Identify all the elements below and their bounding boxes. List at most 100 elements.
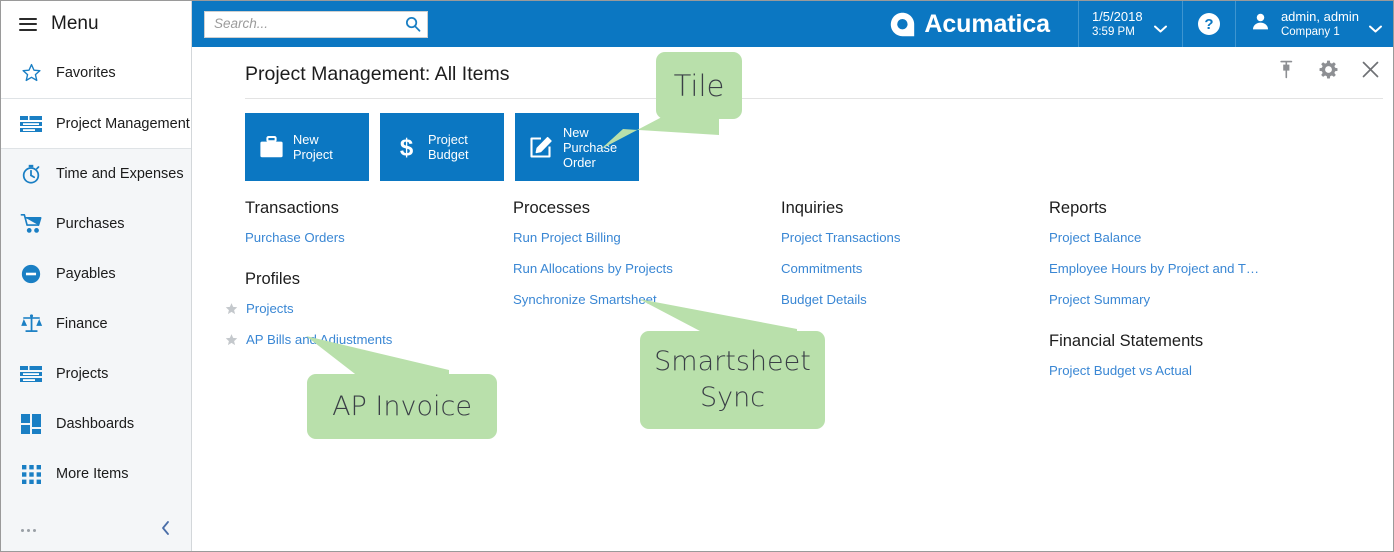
link-project-budget-vs-actual[interactable]: Project Budget vs Actual: [1049, 362, 1385, 379]
menu-toggle[interactable]: Menu: [1, 1, 191, 47]
callout-tile: Tile: [656, 52, 742, 119]
dollar-icon: $: [393, 134, 419, 160]
link-budget-details[interactable]: Budget Details: [781, 291, 1049, 308]
datetime-lines: 1/5/2018 3:59 PM: [1091, 8, 1143, 39]
sidebar-item-projects[interactable]: Projects: [1, 349, 191, 399]
window-actions: [1276, 59, 1380, 79]
acumatica-brand: Acumatica: [890, 1, 1076, 47]
user-name: admin, admin: [1280, 8, 1359, 24]
sidebar-nav-list: Project Management Time and Expenses Pur…: [1, 99, 191, 499]
link-label: Synchronize Smartsheet: [513, 292, 657, 307]
link-employee-hours-by-project[interactable]: Employee Hours by Project and T…: [1049, 260, 1385, 277]
sidebar-item-label: Project Management: [56, 115, 190, 132]
link-label: Project Balance: [1049, 230, 1142, 245]
chevron-left-icon[interactable]: [160, 520, 171, 541]
link-label: Project Transactions: [781, 230, 901, 245]
search-placeholder: Search...: [214, 16, 269, 32]
stopwatch-icon: [19, 162, 43, 186]
column-reports: Reports Project Balance Employee Hours b…: [1049, 197, 1385, 393]
close-icon[interactable]: [1360, 59, 1380, 79]
minus-circle-icon: [19, 262, 43, 286]
sidebar-item-project-management[interactable]: Project Management: [1, 99, 191, 149]
callout-ap-invoice: AP Invoice: [307, 374, 497, 439]
star-icon[interactable]: [225, 302, 238, 315]
group-title: Transactions: [245, 199, 339, 217]
group-title: Profiles: [245, 270, 301, 288]
datetime-selector[interactable]: 1/5/2018 3:59 PM: [1077, 1, 1182, 47]
grid-blocks-icon: [19, 412, 43, 436]
top-header-bar: Search... Acumatica 1/5/2018 3:59 PM ? a…: [192, 1, 1393, 47]
sidebar-item-label: Projects: [56, 366, 109, 382]
sidebar-item-label: Dashboards: [56, 416, 135, 432]
header-search-area: Search...: [192, 1, 428, 47]
tile-label: New Project: [293, 132, 333, 162]
link-project-summary[interactable]: Project Summary: [1049, 291, 1385, 308]
page-title: Project Management: All Items: [245, 63, 510, 85]
chevron-down-icon[interactable]: [1369, 20, 1382, 33]
group-title: Financial Statements: [1049, 332, 1204, 350]
brand-name: Acumatica: [924, 9, 1050, 38]
user-avatar-icon: [1250, 11, 1271, 37]
acumatica-application-window: Menu Favorites Project Management Time a…: [0, 0, 1394, 552]
callout-smartsheet-sync: Smartsheet Sync: [640, 331, 825, 429]
link-label: Commitments: [781, 261, 863, 276]
link-label: Project Summary: [1049, 292, 1151, 307]
link-label: Purchase Orders: [245, 230, 345, 245]
sidebar-item-finance[interactable]: Finance: [1, 299, 191, 349]
sidebar-item-label: Finance: [56, 316, 108, 332]
hamburger-icon[interactable]: [19, 17, 37, 31]
sidebar-item-favorites[interactable]: Favorites: [1, 47, 191, 99]
link-purchase-orders[interactable]: Purchase Orders: [245, 229, 513, 246]
gear-icon[interactable]: [1318, 59, 1338, 79]
sidebar-item-time-and-expenses[interactable]: Time and Expenses: [1, 149, 191, 199]
callout-text-line2: Sync: [699, 382, 766, 413]
search-input[interactable]: Search...: [204, 10, 428, 38]
sidebar-item-more-items[interactable]: More Items: [1, 449, 191, 499]
callout-text: AP Invoice: [332, 391, 472, 422]
search-icon[interactable]: [405, 16, 421, 32]
link-project-transactions[interactable]: Project Transactions: [781, 229, 1049, 246]
user-menu[interactable]: admin, admin Company 1: [1234, 1, 1393, 47]
current-date: 1/5/2018: [1091, 8, 1143, 24]
star-icon: [19, 61, 43, 85]
link-label: Run Project Billing: [513, 230, 621, 245]
chevron-down-icon[interactable]: [1153, 20, 1167, 33]
acumatica-logo-icon: [890, 12, 915, 37]
link-label: Project Budget vs Actual: [1049, 363, 1192, 378]
link-run-allocations-by-projects[interactable]: Run Allocations by Projects: [513, 260, 781, 277]
link-commitments[interactable]: Commitments: [781, 260, 1049, 277]
help-button[interactable]: ?: [1181, 1, 1235, 47]
shopping-cart-icon: [19, 212, 43, 236]
help-icon: ?: [1197, 13, 1220, 35]
quick-tiles: New Project $ Project Budget New Purchas…: [245, 113, 639, 181]
sidebar-footer: [1, 509, 191, 551]
svg-text:$: $: [399, 135, 413, 160]
link-run-project-billing[interactable]: Run Project Billing: [513, 229, 781, 246]
header-spacer: [428, 1, 890, 47]
group-title: Inquiries: [781, 199, 844, 217]
title-divider: [245, 98, 1383, 99]
link-project-balance[interactable]: Project Balance: [1049, 229, 1385, 246]
sidebar-item-purchases[interactable]: Purchases: [1, 199, 191, 249]
callout-text: Tile: [673, 68, 725, 103]
tile-label: Project Budget: [428, 132, 469, 162]
sidebar-item-label: Time and Expenses: [56, 166, 184, 182]
link-label: Employee Hours by Project and T…: [1049, 261, 1260, 276]
sidebar-item-payables[interactable]: Payables: [1, 249, 191, 299]
pin-icon[interactable]: [1276, 59, 1296, 79]
tile-project-budget[interactable]: $ Project Budget: [380, 113, 504, 181]
edit-pencil-icon: [528, 134, 554, 160]
current-time: 3:59 PM: [1091, 25, 1135, 38]
callout-text-line1: Smartsheet: [654, 346, 811, 377]
link-projects[interactable]: Projects: [225, 300, 513, 317]
sidebar-item-dashboards[interactable]: Dashboards: [1, 399, 191, 449]
user-info: admin, admin Company 1: [1280, 8, 1359, 39]
tile-new-project[interactable]: New Project: [245, 113, 369, 181]
user-company: Company 1: [1280, 25, 1340, 38]
list-lines-icon: [19, 112, 43, 136]
ellipsis-icon[interactable]: [21, 528, 36, 532]
scales-balance-icon: [19, 312, 43, 336]
link-label: Run Allocations by Projects: [513, 261, 673, 276]
star-icon[interactable]: [225, 333, 238, 346]
group-title: Processes: [513, 199, 591, 217]
